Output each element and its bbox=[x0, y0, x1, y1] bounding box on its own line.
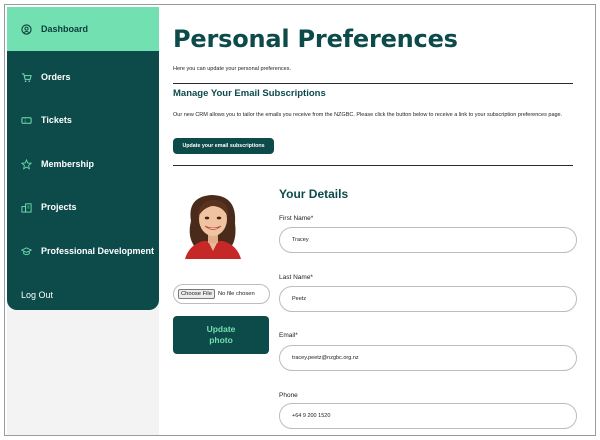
email-label: Email* bbox=[279, 332, 298, 339]
logout-link[interactable]: Log Out bbox=[7, 273, 159, 310]
last-name-value: Peetz bbox=[292, 296, 307, 302]
user-circle-icon bbox=[21, 23, 37, 35]
update-photo-label-line2: photo bbox=[209, 335, 233, 345]
sidebar-item-orders[interactable]: Orders bbox=[7, 55, 159, 99]
first-name-label: First Name* bbox=[279, 215, 314, 222]
ticket-icon bbox=[21, 115, 37, 126]
sidebar-item-professional-development[interactable]: Professional Development bbox=[7, 229, 159, 273]
update-photo-label-line1: Update bbox=[206, 324, 236, 334]
first-name-value: Tracey bbox=[292, 237, 309, 243]
file-upload-field[interactable]: Choose File No file chosen bbox=[173, 284, 270, 304]
sidebar: Dashboard Orders Tickets Membership Proj… bbox=[7, 7, 159, 310]
star-icon bbox=[21, 158, 37, 170]
email-section-title: Manage Your Email Subscriptions bbox=[173, 88, 326, 99]
update-email-subscriptions-button[interactable]: Update your email subscriptions bbox=[173, 138, 274, 154]
sidebar-item-label: Membership bbox=[41, 159, 95, 169]
email-section-text: Our new CRM allows you to tailor the ema… bbox=[173, 112, 563, 118]
sidebar-item-label: Projects bbox=[41, 202, 77, 212]
divider bbox=[173, 83, 573, 84]
page-title: Personal Preferences bbox=[173, 25, 458, 53]
email-value: tracey.peetz@nzgbc.org.nz bbox=[292, 355, 359, 361]
phone-label: Phone bbox=[279, 392, 298, 399]
logout-label: Log Out bbox=[21, 290, 54, 300]
choose-file-button[interactable]: Choose File bbox=[178, 289, 215, 299]
cart-icon bbox=[21, 72, 37, 83]
sidebar-item-tickets[interactable]: Tickets bbox=[7, 98, 159, 142]
sidebar-item-label: Orders bbox=[41, 72, 71, 82]
no-file-text: No file chosen bbox=[217, 291, 255, 297]
graduation-cap-icon bbox=[21, 246, 37, 257]
sidebar-item-label: Tickets bbox=[41, 115, 72, 125]
app-window: Dashboard Orders Tickets Membership Proj… bbox=[4, 4, 596, 436]
last-name-label: Last Name* bbox=[279, 274, 313, 281]
intro-text: Here you can update your personal prefer… bbox=[173, 66, 292, 72]
update-photo-button[interactable]: Update photo bbox=[173, 316, 269, 354]
sidebar-item-membership[interactable]: Membership bbox=[7, 142, 159, 186]
buildings-icon bbox=[21, 202, 37, 213]
avatar bbox=[181, 189, 245, 259]
phone-value: +64 9 200 1520 bbox=[292, 413, 331, 419]
sidebar-item-dashboard[interactable]: Dashboard bbox=[7, 7, 159, 51]
last-name-input[interactable]: Peetz bbox=[279, 286, 577, 312]
phone-input[interactable]: +64 9 200 1520 bbox=[279, 403, 577, 429]
first-name-input[interactable]: Tracey bbox=[279, 227, 577, 253]
sidebar-item-label: Dashboard bbox=[41, 24, 89, 34]
main-content: Personal Preferences Here you can update… bbox=[173, 5, 593, 435]
divider bbox=[173, 165, 573, 166]
sidebar-item-projects[interactable]: Projects bbox=[7, 185, 159, 229]
your-details-title: Your Details bbox=[279, 187, 349, 201]
email-input[interactable]: tracey.peetz@nzgbc.org.nz bbox=[279, 345, 577, 371]
sidebar-item-label: Professional Development bbox=[41, 246, 155, 256]
